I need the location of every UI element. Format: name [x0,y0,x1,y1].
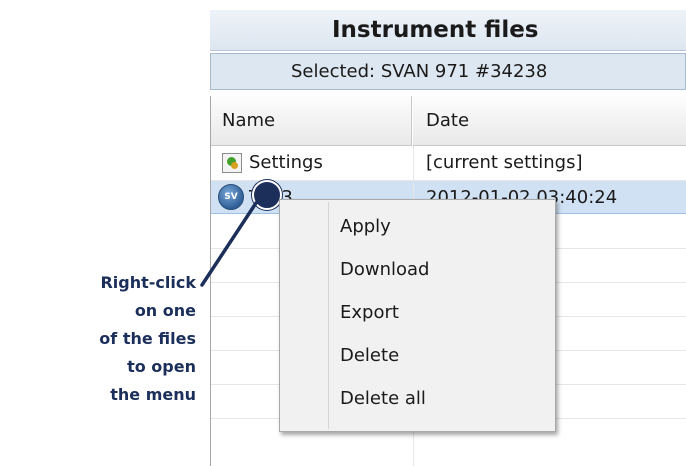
settings-file-icon [222,153,242,173]
column-header-name[interactable]: Name [211,96,412,146]
annotation-line: the menu [110,385,196,404]
context-menu: Apply Download Export Delete Delete all [279,199,556,432]
selected-instrument-label: Selected: SVAN 971 #34238 [210,53,686,90]
annotation-callout: Right-click on one of the files to open … [80,269,196,409]
table-row-settings[interactable]: Settings [current settings] [211,146,686,180]
click-indicator-dot [252,180,282,210]
annotation-line: of the files to open [99,329,196,376]
panel-title: Instrument files [210,10,686,51]
file-name: Settings [249,152,323,173]
grid-line [211,180,686,181]
file-date: [current settings] [426,152,583,173]
menu-item-delete-all[interactable]: Delete all [340,386,426,412]
row-name-cell: Settings [211,146,412,180]
menu-item-download[interactable]: Download [340,257,429,283]
menu-item-delete[interactable]: Delete [340,343,399,369]
column-header-date[interactable]: Date [413,96,686,146]
menu-item-apply[interactable]: Apply [340,214,391,240]
menu-icon-gutter [328,202,329,429]
annotation-line: Right-click on one [100,273,196,320]
menu-item-export[interactable]: Export [340,300,399,326]
svan-measurement-file-icon: SV [218,184,244,210]
